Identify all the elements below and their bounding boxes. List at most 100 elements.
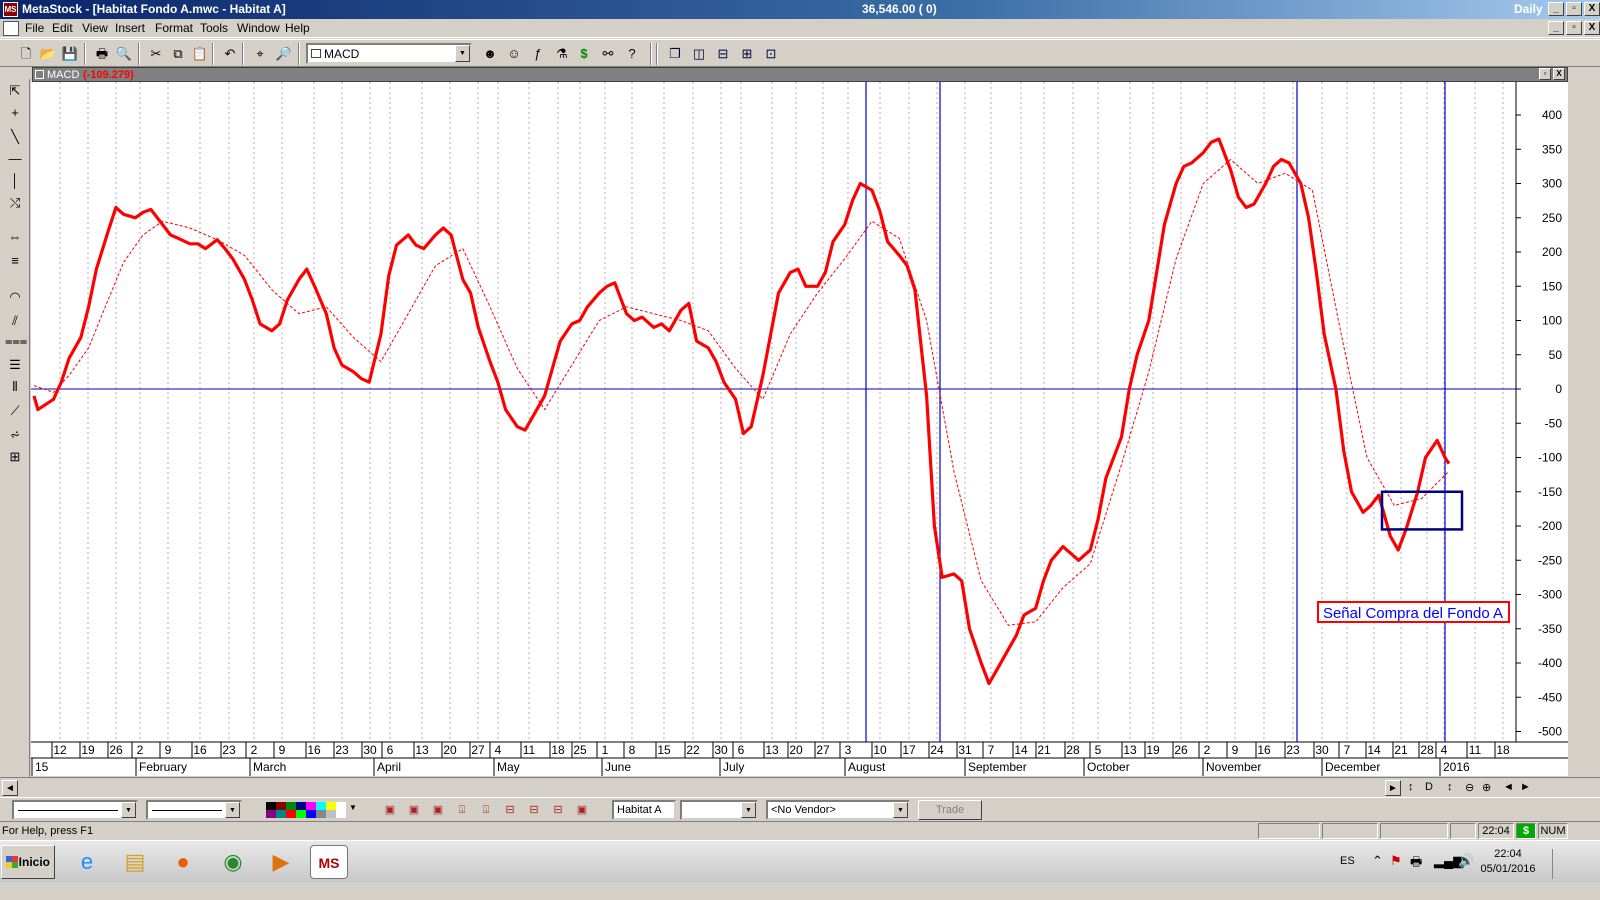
- zoom-icon[interactable]: 🔎: [274, 44, 294, 64]
- start-button[interactable]: Inicio: [1, 845, 55, 879]
- signal-text-box[interactable]: Señal Compra del Fondo A: [1317, 601, 1510, 623]
- print-preview-icon[interactable]: 🔍: [114, 44, 134, 64]
- menu-tools[interactable]: Tools: [200, 21, 228, 35]
- vertical-scale-icon[interactable]: ↕: [1408, 781, 1414, 793]
- period-combo[interactable]: ▼: [680, 800, 758, 820]
- align-2-icon[interactable]: ⊟: [524, 800, 544, 820]
- regression-icon[interactable]: ⤭: [5, 193, 25, 213]
- minimize-button[interactable]: _: [1548, 2, 1564, 16]
- crosshair-icon[interactable]: ⌖: [250, 44, 270, 64]
- menu-format[interactable]: Format: [155, 21, 193, 35]
- chart-scrollbar[interactable]: ◄ ► ↕ D ↕ ⊖ ⊕ ◄ ►: [0, 777, 1600, 797]
- document-icon[interactable]: [3, 21, 19, 36]
- chevron-down-icon[interactable]: ▼: [893, 802, 908, 818]
- fibonacci-arcs-icon[interactable]: ◠: [5, 287, 25, 307]
- fill-style-2-icon[interactable]: ▣: [404, 800, 424, 820]
- menu-view[interactable]: View: [82, 21, 108, 35]
- zoom-in-icon[interactable]: ⊕: [1482, 781, 1491, 794]
- printer-tray-icon[interactable]: 🖶: [1410, 853, 1422, 875]
- metastock-app-icon[interactable]: MS: [3, 2, 18, 17]
- menu-edit[interactable]: Edit: [52, 21, 73, 35]
- menu-help[interactable]: Help: [285, 21, 310, 35]
- align-3-icon[interactable]: ⊟: [548, 800, 568, 820]
- menu-window[interactable]: Window: [237, 21, 280, 35]
- trade-button[interactable]: Trade: [918, 800, 982, 820]
- quadrant-lines-icon[interactable]: ☰: [5, 355, 25, 375]
- close-button[interactable]: X: [1584, 2, 1600, 16]
- arrange-icon[interactable]: ⊡: [761, 44, 781, 64]
- undo-icon[interactable]: ↶: [220, 44, 240, 64]
- crosshair-tool-icon[interactable]: +: [5, 103, 25, 123]
- chrome-icon[interactable]: ◉: [214, 845, 252, 879]
- time-zones-icon[interactable]: ⦀: [5, 377, 25, 397]
- fill-style-3-icon[interactable]: ▣: [428, 800, 448, 820]
- pointer-icon[interactable]: ⇱: [5, 81, 25, 101]
- pan-left-icon[interactable]: ◄: [1503, 781, 1514, 793]
- tile-vertical-icon[interactable]: ◫: [689, 44, 709, 64]
- file-explorer-icon[interactable]: ▤: [116, 845, 154, 879]
- new-icon[interactable]: 🗋: [16, 44, 36, 64]
- chevron-up-icon[interactable]: ⌃: [1372, 853, 1383, 869]
- system-tester-icon[interactable]: ⚗: [552, 44, 572, 64]
- menu-insert[interactable]: Insert: [115, 21, 145, 35]
- chevron-down-icon[interactable]: ▼: [741, 802, 756, 818]
- chart-restore-button[interactable]: ▫: [1539, 68, 1551, 80]
- doc-close-button[interactable]: X: [1584, 21, 1600, 35]
- horizontal-line-icon[interactable]: —: [5, 149, 25, 169]
- restore-button[interactable]: ▫: [1566, 2, 1582, 16]
- align-1-icon[interactable]: ⊟: [500, 800, 520, 820]
- tile-horizontal-icon[interactable]: ⊟: [713, 44, 733, 64]
- macd-chart[interactable]: 12 19 26 2 9 16 23 2 9 16 23 30 6 13 20 27 4 11 18 25 1 8 15 22…: [0, 67, 1600, 844]
- cycle-lines-icon[interactable]: ⇔: [5, 227, 25, 247]
- cut-icon[interactable]: ✂: [146, 44, 166, 64]
- chart-close-button[interactable]: X: [1553, 68, 1565, 80]
- chevron-down-icon[interactable]: ▼: [455, 45, 470, 62]
- doc-restore-button[interactable]: ▫: [1566, 21, 1582, 35]
- properties-icon[interactable]: ▣: [572, 800, 592, 820]
- line-ends-2-icon[interactable]: ⍗: [476, 800, 496, 820]
- doc-minimize-button[interactable]: _: [1548, 21, 1564, 35]
- open-icon[interactable]: 📂: [38, 44, 58, 64]
- tile-grid-icon[interactable]: ⊞: [737, 44, 757, 64]
- internet-explorer-icon[interactable]: e: [68, 845, 106, 879]
- paste-icon[interactable]: 📋: [190, 44, 210, 64]
- gann-grid-icon[interactable]: ⩫: [5, 425, 25, 445]
- periodicity-button[interactable]: D: [1425, 781, 1433, 793]
- vertical-line-icon[interactable]: │: [5, 171, 25, 191]
- firefox-icon[interactable]: ●: [164, 845, 202, 879]
- line-ends-1-icon[interactable]: ⍗: [452, 800, 472, 820]
- color-palette[interactable]: [266, 802, 346, 818]
- print-icon[interactable]: 🖶: [92, 44, 112, 64]
- expert-advisor-icon[interactable]: ☻: [480, 44, 500, 64]
- save-icon[interactable]: 💾: [60, 44, 80, 64]
- security-combo[interactable]: Habitat A: [612, 800, 676, 820]
- explorer-icon[interactable]: ☺: [504, 44, 524, 64]
- fibonacci-fan-icon[interactable]: ⫽: [5, 311, 25, 331]
- metastock-icon[interactable]: MS: [310, 845, 348, 879]
- action-center-icon[interactable]: ⚑: [1390, 853, 1402, 869]
- tray-clock[interactable]: 22:04 05/01/2016: [1480, 847, 1536, 877]
- indicator-select[interactable]: MACD ▼: [306, 43, 472, 64]
- media-player-icon[interactable]: ▶: [262, 845, 300, 879]
- copy-icon[interactable]: ⧉: [168, 44, 188, 64]
- scroll-left-arrow[interactable]: ◄: [2, 780, 18, 796]
- dollar-icon[interactable]: $: [574, 44, 594, 64]
- scroll-right-arrow[interactable]: ►: [1385, 780, 1401, 796]
- chevron-down-icon[interactable]: ▼: [121, 802, 136, 818]
- fibonacci-retracement-icon[interactable]: ⩶: [5, 331, 27, 351]
- line-weight-combo[interactable]: ▼: [146, 800, 242, 820]
- language-indicator[interactable]: ES: [1340, 855, 1355, 867]
- fill-style-1-icon[interactable]: ▣: [380, 800, 400, 820]
- show-desktop-button[interactable]: [1552, 849, 1562, 879]
- volume-icon[interactable]: 🔊: [1458, 853, 1474, 869]
- expand-icon[interactable]: ↕: [1447, 781, 1453, 793]
- formula-icon[interactable]: ƒ: [528, 44, 548, 64]
- chevron-down-icon[interactable]: ▼: [225, 802, 240, 818]
- pitchfork-icon[interactable]: ⊞: [5, 447, 25, 467]
- vendor-combo[interactable]: <No Vendor> ▼: [766, 800, 910, 820]
- palette-dropdown-icon[interactable]: ▼: [349, 803, 357, 812]
- pan-right-icon[interactable]: ►: [1520, 781, 1531, 793]
- cascade-icon[interactable]: ❐: [665, 44, 685, 64]
- binoculars-icon[interactable]: ⚯: [598, 44, 618, 64]
- trendline-icon[interactable]: ╲: [5, 127, 25, 147]
